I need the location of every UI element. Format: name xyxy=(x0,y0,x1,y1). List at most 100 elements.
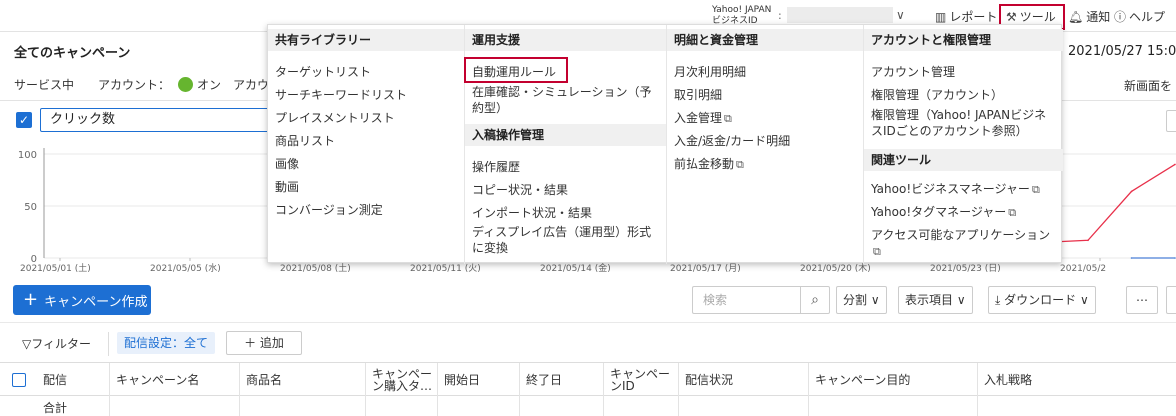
menu-header-submission-management: 入稿操作管理 xyxy=(465,124,666,146)
chevron-down-icon: ∨ xyxy=(867,293,880,307)
col-delivery[interactable]: 配信 xyxy=(37,363,109,397)
status-row: サービス中 アカウント： オン アカウ xyxy=(14,76,269,93)
menu-item-copy-status[interactable]: コピー状況・結果 xyxy=(472,182,658,198)
notifications-link[interactable]: 🔔︎ 通知 xyxy=(1068,8,1110,25)
split-button[interactable]: 分割 ∨ xyxy=(836,286,887,314)
menu-item-monthly-statement[interactable]: 月次利用明細 xyxy=(674,64,855,80)
col-bid-strategy[interactable]: 入札戦略 xyxy=(977,363,1176,397)
filter-button[interactable]: ▽フィルター xyxy=(22,335,91,352)
create-campaign-button[interactable]: + キャンペーン作成 xyxy=(13,285,151,315)
menu-item-conversion-measurement[interactable]: コンバージョン測定 xyxy=(275,202,456,218)
new-screen-link[interactable]: 新画面を xyxy=(1124,77,1172,94)
menu-col-account: アカウントと権限管理 アカウント管理 権限管理（アカウント） 権限管理（Yaho… xyxy=(863,25,1063,264)
bar-chart-icon: ▥ xyxy=(935,9,947,24)
menu-item-inventory-simulation[interactable]: 在庫確認・シミュレーション（予約型） xyxy=(472,84,658,116)
divider xyxy=(108,332,109,356)
x-tick-label: 2021/05/17 (月) xyxy=(670,263,741,274)
col-product-name[interactable]: 商品名 xyxy=(239,363,365,397)
status-dot-icon xyxy=(178,77,194,92)
chevron-down-icon[interactable]: ∨ xyxy=(896,8,905,22)
menu-col-billing: 明細と資金管理 月次利用明細 取引明細 入金管理 ⧉ 入金/返金/カード明細 前払… xyxy=(666,25,863,264)
download-label: ダウンロード xyxy=(1004,293,1077,307)
cell-divider xyxy=(603,396,604,416)
search-icon[interactable]: ⌕ xyxy=(800,286,830,314)
add-filter-button[interactable]: ＋ 追加 xyxy=(226,331,302,355)
cell-divider xyxy=(519,396,520,416)
bell-icon: 🔔︎ xyxy=(1068,9,1084,24)
menu-item-accessible-apps[interactable]: アクセス可能なアプリケーション ⧉ xyxy=(871,227,1055,260)
col-end-date[interactable]: 終了日 xyxy=(519,363,603,397)
menu-header-shared-library: 共有ライブラリー xyxy=(268,29,464,51)
chart-option-box[interactable] xyxy=(1166,110,1176,132)
menu-item-operation-history[interactable]: 操作履歴 xyxy=(472,159,658,175)
display-items-label: 表示項目 xyxy=(905,293,954,307)
col-campaign-name[interactable]: キャンペーン名 xyxy=(109,363,239,397)
chevron-down-icon: ∨ xyxy=(953,293,966,307)
menu-item-import-status[interactable]: インポート状況・結果 xyxy=(472,205,658,221)
menu-item-product-list[interactable]: 商品リスト xyxy=(275,133,456,149)
menu-header-billing: 明細と資金管理 xyxy=(667,29,863,51)
external-link-icon: ⧉ xyxy=(724,112,732,125)
menu-item-placement-list[interactable]: プレイスメントリスト xyxy=(275,110,456,126)
menu-header-operation-support: 運用支援 xyxy=(465,29,666,51)
filter-label: フィルター xyxy=(31,337,91,351)
service-status: サービス中 xyxy=(14,78,75,92)
auto-rules-highlight-box xyxy=(464,57,568,83)
menu-item-account-management[interactable]: アカウント管理 xyxy=(871,64,1055,80)
menu-item-business-manager[interactable]: Yahoo!ビジネスマネージャー ⧉ xyxy=(871,181,1055,198)
col-campaign-id[interactable]: キャンペーンID xyxy=(603,363,678,397)
filter-icon: ▽ xyxy=(22,337,32,351)
yahoo-id-line1: Yahoo! JAPAN xyxy=(712,5,772,15)
business-id-value[interactable] xyxy=(787,7,893,23)
menu-item-permission-account[interactable]: 権限管理（アカウント） xyxy=(871,87,1055,103)
col-delivery-status[interactable]: 配信状況 xyxy=(678,363,808,397)
display-items-button[interactable]: 表示項目 ∨ xyxy=(898,286,973,314)
table-header: 配信 キャンペーン名 商品名 キャンペーン購入タ… 開始日 終了日 キャンペーン… xyxy=(0,362,1176,397)
date-range[interactable]: 2021/05/27 15:00 xyxy=(1068,44,1176,59)
menu-item-label: 前払金移動 xyxy=(674,157,735,171)
menu-item-deposit-management[interactable]: 入金管理 ⧉ xyxy=(674,110,855,127)
menu-item-refund-card-statement[interactable]: 入金/返金/カード明細 xyxy=(674,133,855,149)
menu-item-label: Yahoo!タグマネージャー xyxy=(871,205,1007,219)
menu-item-search-keyword-list[interactable]: サーチキーワードリスト xyxy=(275,87,456,103)
extra-button[interactable] xyxy=(1166,286,1176,314)
metric-checkbox[interactable]: ✓ xyxy=(16,112,32,128)
table-row-total: 合計 xyxy=(0,396,1176,416)
col-purchase-type[interactable]: キャンペーン購入タ… xyxy=(365,363,437,397)
add-filter-label: 追加 xyxy=(259,336,284,350)
x-tick-label: 2021/05/11 (火) xyxy=(410,263,481,274)
data-point xyxy=(1087,239,1089,242)
help-icon: ⓘ xyxy=(1114,10,1127,24)
help-link[interactable]: ⓘ ヘルプ xyxy=(1114,8,1165,25)
cell-divider xyxy=(808,396,809,416)
search-input[interactable]: 検索 xyxy=(692,286,800,314)
menu-item-prepaid-transfer[interactable]: 前払金移動 ⧉ xyxy=(674,156,855,173)
y-tick-label: 50 xyxy=(24,202,37,213)
notifications-label: 通知 xyxy=(1086,10,1111,24)
metric-select[interactable]: クリック数 xyxy=(40,108,280,132)
y-tick-label: 100 xyxy=(18,150,37,161)
download-button[interactable]: ⤓ ダウンロード ∨ xyxy=(988,286,1096,314)
menu-item-permission-business-id[interactable]: 権限管理（Yahoo! JAPANビジネスIDごとのアカウント参照） xyxy=(871,107,1055,139)
report-link[interactable]: ▥ レポート xyxy=(935,8,997,25)
cell-divider xyxy=(239,396,240,416)
menu-item-images[interactable]: 画像 xyxy=(275,156,456,172)
account-status: オン xyxy=(197,78,222,92)
more-button[interactable]: ⋯ xyxy=(1126,286,1158,314)
menu-item-tag-manager[interactable]: Yahoo!タグマネージャー ⧉ xyxy=(871,204,1055,221)
col-campaign-objective[interactable]: キャンペーン目的 xyxy=(808,363,977,397)
col-start-date[interactable]: 開始日 xyxy=(437,363,519,397)
select-all-checkbox[interactable] xyxy=(12,373,26,387)
split-label: 分割 xyxy=(843,293,868,307)
filter-chip[interactable]: 配信設定：全て xyxy=(117,332,216,354)
filter-row: ▽フィルター 配信設定：全て ＋ 追加 xyxy=(0,331,1176,356)
menu-item-convert-display-ads[interactable]: ディスプレイ広告（運用型）形式に変換 xyxy=(472,224,658,256)
tools-dropdown-menu: 共有ライブラリー ターゲットリスト サーチキーワードリスト プレイスメントリスト… xyxy=(267,24,1063,264)
divider xyxy=(0,322,1176,323)
cell-divider xyxy=(109,396,110,416)
menu-header-related-tools: 関連ツール xyxy=(864,149,1063,171)
menu-item-target-list[interactable]: ターゲットリスト xyxy=(275,64,456,80)
menu-item-transaction-statement[interactable]: 取引明細 xyxy=(674,87,855,103)
menu-item-videos[interactable]: 動画 xyxy=(275,179,456,195)
cell-divider xyxy=(365,396,366,416)
